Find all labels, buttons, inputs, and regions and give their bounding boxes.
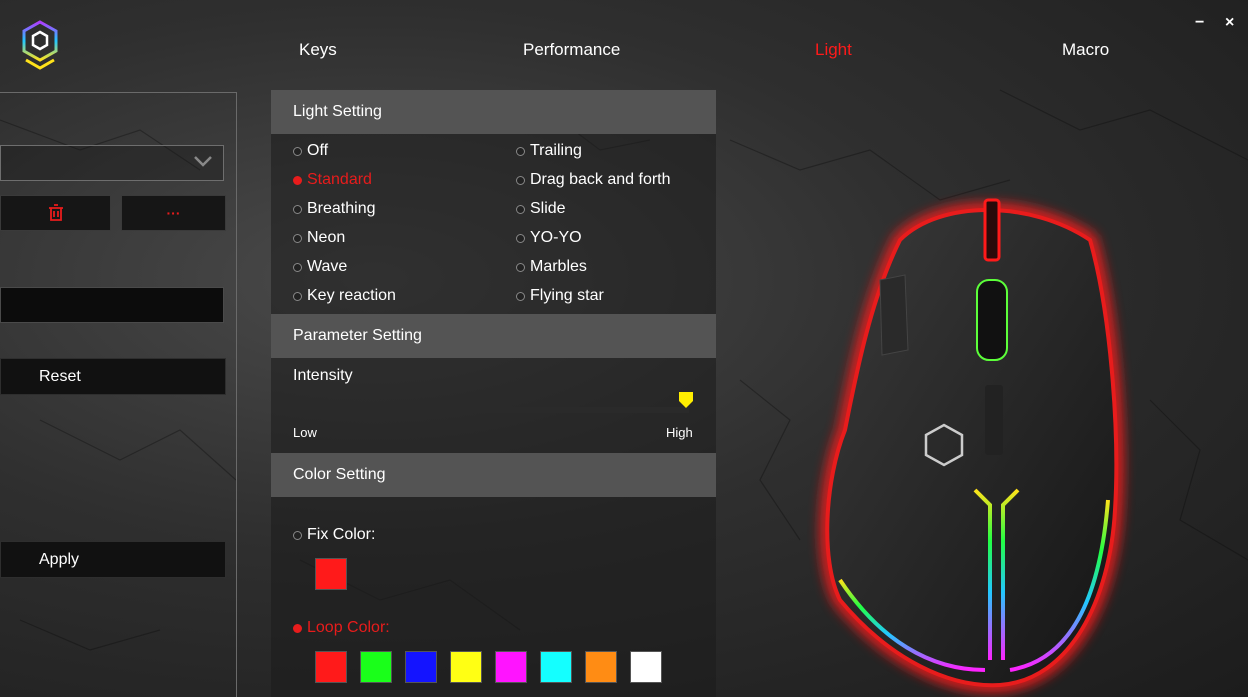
fix-color-label: Fix Color:: [307, 526, 376, 543]
mode-flying-star-radio[interactable]: Flying star: [516, 287, 604, 305]
mode-slide-radio[interactable]: Slide: [516, 200, 566, 218]
mode-neon-radio[interactable]: Neon: [293, 229, 345, 247]
apply-button[interactable]: Apply: [0, 541, 226, 578]
delete-profile-button[interactable]: [0, 195, 111, 231]
trash-icon: [48, 204, 63, 221]
mode-marbles-radio[interactable]: Marbles: [516, 258, 587, 276]
intensity-slider-thumb[interactable]: [679, 392, 693, 408]
mode-label: Marbles: [530, 258, 587, 275]
radio-dot: [516, 291, 525, 301]
loop-color-swatch[interactable]: [540, 651, 572, 683]
light-settings-panel: Light Setting Off Standard Breathing Neo…: [271, 90, 716, 697]
loop-color-swatch[interactable]: [495, 651, 527, 683]
radio-dot: [516, 233, 525, 243]
intensity-high-label: High: [666, 425, 693, 440]
app-logo-icon: [22, 20, 58, 70]
mode-yoyo-radio[interactable]: YO-YO: [516, 229, 582, 247]
mode-wave-radio[interactable]: Wave: [293, 258, 347, 276]
loop-color-swatch[interactable]: [630, 651, 662, 683]
mode-label: Wave: [307, 258, 348, 275]
mode-off-radio[interactable]: Off: [293, 142, 328, 160]
intensity-slider[interactable]: [271, 407, 689, 413]
close-button[interactable]: ×: [1225, 14, 1234, 32]
tab-performance[interactable]: Performance: [523, 40, 620, 60]
radio-dot: [516, 262, 525, 272]
loop-color-swatch[interactable]: [405, 651, 437, 683]
light-setting-header: Light Setting: [271, 90, 716, 134]
radio-dot: [516, 146, 525, 156]
mode-trailing-radio[interactable]: Trailing: [516, 142, 582, 160]
radio-dot: [293, 175, 302, 185]
mode-label: YO-YO: [530, 229, 582, 246]
radio-dot: [516, 204, 525, 214]
radio-dot: [293, 233, 302, 243]
loop-color-label: Loop Color:: [307, 619, 390, 636]
mode-label: Neon: [307, 229, 346, 246]
profile-panel: ··· Reset Apply: [0, 92, 237, 697]
mode-breathing-radio[interactable]: Breathing: [293, 200, 376, 218]
tab-macro[interactable]: Macro: [1062, 40, 1109, 60]
intensity-label: Intensity: [293, 367, 353, 384]
more-options-button[interactable]: ···: [121, 195, 226, 231]
radio-dot: [293, 623, 302, 633]
mode-key-reaction-radio[interactable]: Key reaction: [293, 287, 396, 305]
mode-label: Slide: [530, 200, 566, 217]
radio-dot: [516, 175, 525, 185]
loop-color-swatch[interactable]: [585, 651, 617, 683]
loop-color-swatch[interactable]: [450, 651, 482, 683]
radio-dot: [293, 204, 302, 214]
intensity-low-label: Low: [293, 425, 317, 440]
radio-dot: [293, 291, 302, 301]
mode-label: Off: [307, 142, 329, 159]
mode-standard-radio[interactable]: Standard: [293, 171, 372, 189]
chevron-down-icon: [194, 156, 212, 167]
tab-keys[interactable]: Keys: [299, 40, 337, 60]
mode-drag-back-and-forth-radio[interactable]: Drag back and forth: [516, 171, 671, 189]
mode-label: Standard: [307, 171, 372, 188]
loop-color-radio[interactable]: Loop Color:: [293, 619, 390, 637]
profile-dropdown[interactable]: [0, 145, 224, 181]
tab-light[interactable]: Light: [815, 40, 852, 60]
radio-dot: [293, 530, 302, 540]
color-setting-header: Color Setting: [271, 453, 716, 497]
minimize-button[interactable]: −: [1195, 14, 1204, 32]
radio-dot: [293, 262, 302, 272]
profile-name-input[interactable]: [0, 287, 224, 323]
reset-button[interactable]: Reset: [0, 358, 226, 395]
mode-label: Trailing: [530, 142, 582, 159]
fix-color-radio[interactable]: Fix Color:: [293, 526, 375, 544]
parameter-setting-header: Parameter Setting: [271, 314, 716, 358]
mode-label: Breathing: [307, 200, 376, 217]
loop-color-swatch[interactable]: [360, 651, 392, 683]
loop-color-swatch[interactable]: [315, 651, 347, 683]
radio-dot: [293, 146, 302, 156]
mode-label: Key reaction: [307, 287, 396, 304]
mode-label: Drag back and forth: [530, 171, 671, 188]
mouse-preview-image: [820, 198, 1124, 693]
mode-label: Flying star: [530, 287, 604, 304]
fix-color-swatch[interactable]: [315, 558, 347, 590]
